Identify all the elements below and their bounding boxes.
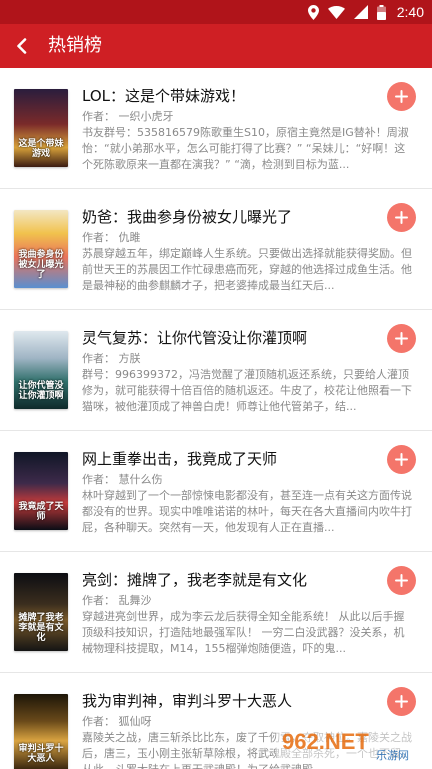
- book-author: 作者： 仇雎: [82, 231, 141, 244]
- book-author: 作者： 方朕: [82, 352, 141, 365]
- watermark-logo: 962.NET 乐游网: [276, 725, 426, 762]
- add-to-shelf-button[interactable]: [387, 566, 416, 595]
- book-author: 作者： 狐仙呀: [82, 715, 152, 728]
- plus-icon: [395, 574, 408, 587]
- wifi-icon: [327, 5, 345, 19]
- book-author: 作者： 慧什么伤: [82, 473, 163, 486]
- status-bar: 2:40: [0, 0, 432, 24]
- plus-icon: [395, 90, 408, 103]
- add-to-shelf-button[interactable]: [387, 82, 416, 111]
- book-description: 林叶穿越到了一个一部惊悚电影都没有，甚至连一点有关这方面传说都没有的世界。现实中…: [82, 489, 412, 534]
- back-button[interactable]: [6, 30, 38, 62]
- book-item[interactable]: 我曲参身份被女儿曝光了 奶爸：我曲参身份被女儿曝光了 作者： 仇雎 苏晨穿越五年…: [0, 189, 432, 310]
- book-title[interactable]: 我为审判神，审判斗罗十大恶人: [82, 690, 382, 712]
- plus-icon: [395, 453, 408, 466]
- location-icon: [307, 4, 319, 20]
- book-item[interactable]: 我竟成了天师 网上重拳出击，我竟成了天师 作者： 慧什么伤 林叶穿越到了一个一部…: [0, 431, 432, 552]
- cover-title-text: 让你代管没让你灌顶啊: [18, 381, 64, 401]
- book-title[interactable]: 奶爸：我曲参身份被女儿曝光了: [82, 206, 382, 228]
- book-cover[interactable]: 这是个带妹游戏: [14, 89, 68, 167]
- plus-icon: [395, 695, 408, 708]
- watermark-text: 962.NET: [282, 729, 369, 754]
- add-to-shelf-button[interactable]: [387, 203, 416, 232]
- add-to-shelf-button[interactable]: [387, 687, 416, 716]
- book-description: 苏晨穿越五年，绑定巅峰人生系统。只要做出选择就能获得奖励。但前世天王的苏晨因工作…: [82, 247, 412, 292]
- book-cover[interactable]: 我曲参身份被女儿曝光了: [14, 210, 68, 288]
- book-cover[interactable]: 让你代管没让你灌顶啊: [14, 331, 68, 409]
- book-item[interactable]: 摊牌了我老李就是有文化 亮剑：摊牌了，我老李就是有文化 作者： 乱舞沙 穿越进亮…: [0, 552, 432, 673]
- book-author: 作者： 乱舞沙: [82, 594, 152, 607]
- add-to-shelf-button[interactable]: [387, 324, 416, 353]
- book-description: 群号：996399372，冯浩觉醒了灌顶随机返还系统，只要给人灌顶修为，就可能获…: [82, 368, 412, 413]
- book-item[interactable]: 这是个带妹游戏 LOL：这是个带妹游戏！ 作者： 一织小虎牙 书友群号：5358…: [0, 68, 432, 189]
- book-author: 作者： 一织小虎牙: [82, 110, 174, 123]
- watermark-subtext: 乐游网: [376, 749, 409, 762]
- cover-title-text: 我竟成了天师: [18, 502, 64, 522]
- book-description: 书友群号：535816579陈歌重生S10，原宿主竟然是IG替补！周淑怡：“就小…: [82, 126, 409, 171]
- back-arrow-icon: [17, 38, 27, 54]
- book-cover[interactable]: 审判斗罗十大恶人: [14, 694, 68, 769]
- status-icons: 2:40: [307, 3, 424, 21]
- page-title: 热销榜: [48, 35, 102, 56]
- book-cover[interactable]: 摊牌了我老李就是有文化: [14, 573, 68, 651]
- book-title[interactable]: 网上重拳出击，我竟成了天师: [82, 448, 382, 470]
- book-list: 这是个带妹游戏 LOL：这是个带妹游戏！ 作者： 一织小虎牙 书友群号：5358…: [0, 68, 432, 769]
- app-bar: 热销榜: [0, 24, 432, 68]
- book-title[interactable]: 亮剑：摊牌了，我老李就是有文化: [82, 569, 382, 591]
- cover-title-text: 审判斗罗十大恶人: [18, 744, 64, 764]
- book-description: 穿越进亮剑世界，成为李云龙后获得全知全能系统！ 从此以后手握顶级科技知识，打造陆…: [82, 610, 405, 655]
- plus-icon: [395, 332, 408, 345]
- signal-icon: [353, 5, 368, 19]
- cover-title-text: 这是个带妹游戏: [18, 139, 64, 159]
- book-title[interactable]: 灵气复苏：让你代管没让你灌顶啊: [82, 327, 382, 349]
- book-item[interactable]: 让你代管没让你灌顶啊 灵气复苏：让你代管没让你灌顶啊 作者： 方朕 群号：996…: [0, 310, 432, 431]
- book-cover[interactable]: 我竟成了天师: [14, 452, 68, 530]
- book-title[interactable]: LOL：这是个带妹游戏！: [82, 85, 382, 107]
- plus-icon: [395, 211, 408, 224]
- cover-title-text: 摊牌了我老李就是有文化: [18, 613, 64, 643]
- status-time: 2:40: [396, 4, 424, 20]
- add-to-shelf-button[interactable]: [387, 445, 416, 474]
- cover-title-text: 我曲参身份被女儿曝光了: [18, 250, 64, 280]
- battery-icon: [376, 4, 386, 20]
